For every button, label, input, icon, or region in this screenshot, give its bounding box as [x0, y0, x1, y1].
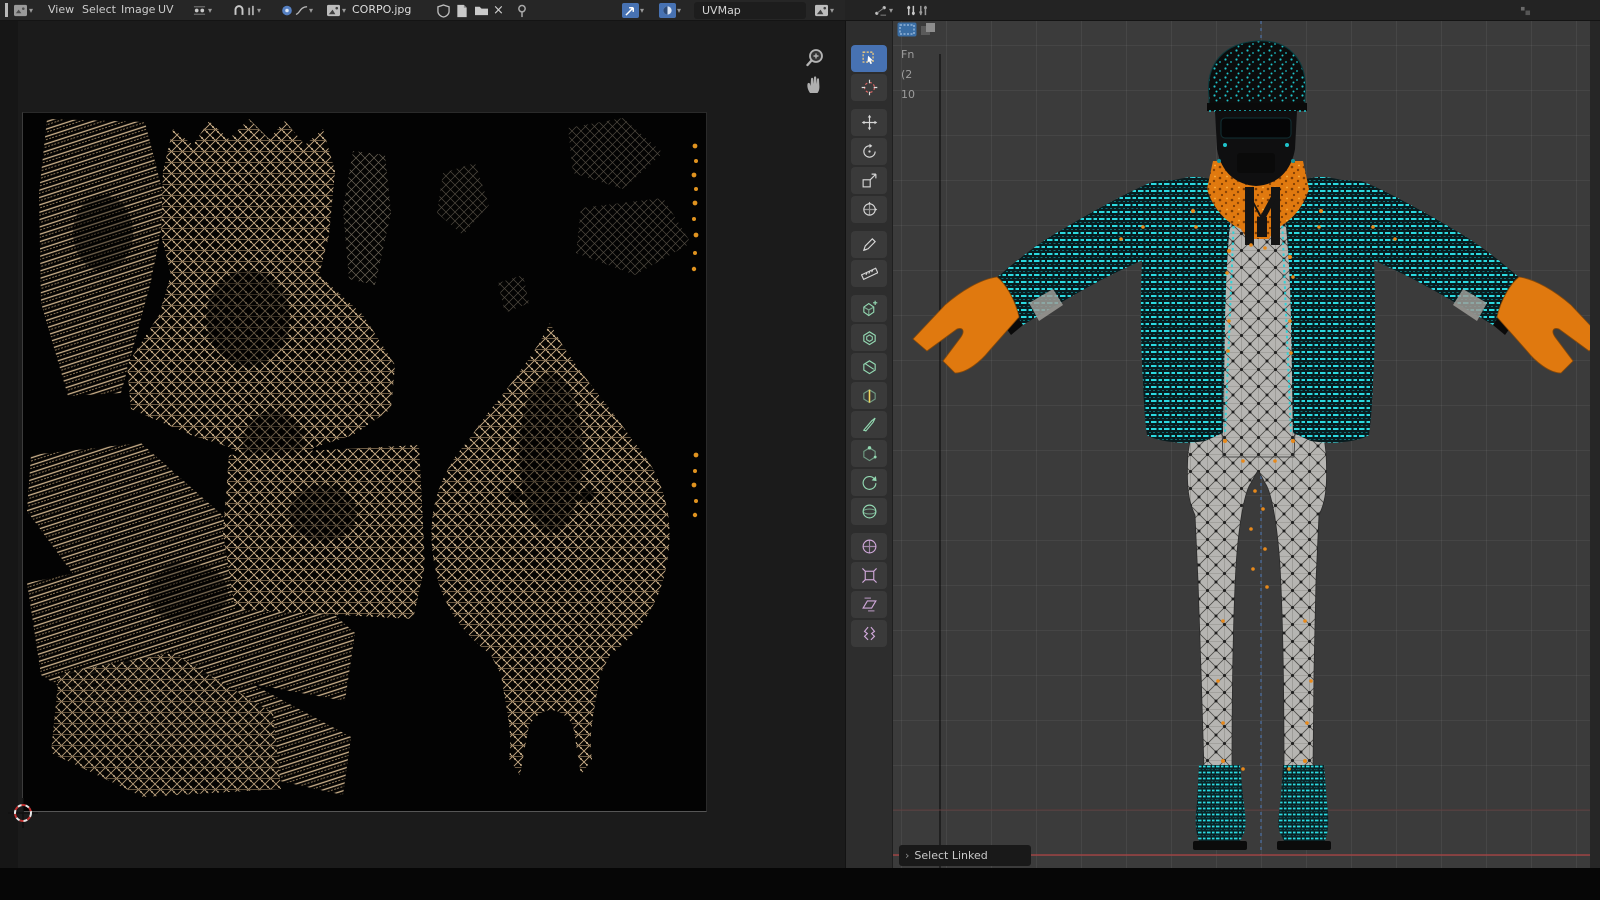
operator-label: Select Linked: [914, 849, 987, 862]
uv-sync-toggle[interactable]: ▾: [622, 3, 644, 18]
tool-knife[interactable]: [851, 411, 887, 438]
select-mode-secondary-icon[interactable]: [920, 22, 937, 37]
browse-uvmap-button[interactable]: ▾: [814, 3, 834, 18]
character-cap: [1208, 41, 1305, 109]
proportional-editing-dropdown[interactable]: ▾: [280, 3, 313, 18]
menu-select[interactable]: Select: [82, 3, 116, 16]
chevron-down-icon: ▾: [889, 7, 893, 15]
viewport-info-line-3: 10: [901, 85, 915, 105]
uv-islands-scattered: [437, 118, 691, 313]
pin-icon[interactable]: [516, 3, 528, 18]
editor-type-button[interactable]: ▾: [13, 3, 33, 18]
tool-measure[interactable]: [851, 260, 887, 287]
menu-view[interactable]: View: [48, 3, 74, 16]
editor-corner-widget[interactable]: [1520, 3, 1531, 18]
tool-loop-cut[interactable]: [851, 382, 887, 409]
tool-spin[interactable]: [851, 469, 887, 496]
character-boot-left: [1196, 765, 1246, 843]
pan-gizmo[interactable]: [803, 74, 825, 96]
select-mode-primary-icon[interactable]: [897, 22, 917, 37]
select-mode-buttons: [897, 22, 937, 37]
uv-left-margin: [0, 21, 18, 868]
uv-2d-cursor[interactable]: [8, 798, 38, 828]
overlay-toggle[interactable]: ▾: [659, 3, 681, 18]
chevron-right-icon: ›: [905, 849, 909, 862]
tool-transform[interactable]: [851, 196, 887, 223]
chevron-down-icon: ▾: [830, 7, 834, 15]
tool-extrude-region[interactable]: [851, 295, 887, 322]
tool-poly-build[interactable]: [851, 440, 887, 467]
tool-scale[interactable]: [851, 167, 887, 194]
viewport-info-text: Fn (2 10: [901, 45, 915, 105]
chevron-down-icon: ▾: [677, 7, 681, 15]
viewport-3d[interactable]: Fn (2 10 › Select Linked: [893, 21, 1600, 868]
tool-inset-faces[interactable]: [851, 324, 887, 351]
chevron-down-icon: ▾: [208, 7, 212, 15]
window-edge-bar: [5, 3, 8, 17]
uv-island-strip-small: [343, 151, 391, 285]
uv-editor-area[interactable]: [0, 21, 845, 868]
pivot-point-dropdown-3d[interactable]: ▾: [873, 3, 893, 18]
chevron-down-icon: ▾: [640, 7, 644, 15]
proportional-editing-3d-icons[interactable]: [905, 3, 931, 18]
right-edge-panel: [1590, 21, 1600, 868]
uv-map-name-field[interactable]: UVMap: [694, 2, 806, 19]
uv-editor-header: ▾ View Select Image UV ▾ ▾ ▾ ▾ CORPO.jpg…: [0, 0, 845, 21]
chevron-down-icon: ▾: [257, 7, 261, 15]
snapping-dropdown[interactable]: ▾: [232, 3, 261, 18]
tool-move[interactable]: [851, 109, 887, 136]
tool-annotate[interactable]: [851, 231, 887, 258]
viewport-info-line-2: (2: [901, 65, 915, 85]
viewport-header: ▾: [845, 0, 1600, 21]
uv-orange-markers: [692, 144, 699, 518]
tool-select-box[interactable]: [851, 45, 887, 72]
chevron-down-icon: ▾: [29, 7, 33, 15]
tool-cursor[interactable]: [851, 74, 887, 101]
tool-rotate[interactable]: [851, 138, 887, 165]
viewport-info-line-1: Fn: [901, 45, 915, 65]
character-model: [913, 41, 1600, 850]
uv-islands-graphic: [23, 113, 708, 813]
menu-image[interactable]: Image: [121, 3, 155, 16]
unlink-image-icon[interactable]: ×: [493, 3, 504, 18]
pivot-point-dropdown[interactable]: ▾: [192, 3, 212, 18]
tool-shear[interactable]: [851, 591, 887, 618]
tool-shrink-fatten[interactable]: [851, 562, 887, 589]
zoom-gizmo[interactable]: [804, 47, 826, 69]
fake-user-shield-icon[interactable]: [437, 3, 450, 18]
tool-smooth[interactable]: [851, 498, 887, 525]
operator-panel[interactable]: › Select Linked: [899, 845, 1031, 866]
new-image-icon[interactable]: [456, 3, 468, 18]
browse-image-button[interactable]: ▾: [326, 3, 346, 18]
viewport-toolbar: [845, 21, 893, 868]
character-glove-left: [913, 277, 1019, 373]
chevron-down-icon: ▾: [309, 7, 313, 15]
tool-edge-slide[interactable]: [851, 533, 887, 560]
menu-uv[interactable]: UV: [158, 3, 174, 16]
bottom-black-bar: [0, 868, 1600, 900]
open-image-folder-icon[interactable]: [474, 3, 489, 18]
tool-rip-region[interactable]: [851, 620, 887, 647]
uv-image-canvas[interactable]: [22, 112, 707, 812]
chevron-down-icon: ▾: [342, 7, 346, 15]
tool-bevel[interactable]: [851, 353, 887, 380]
character-pants: [1187, 411, 1326, 769]
image-name[interactable]: CORPO.jpg: [352, 3, 411, 16]
scene-graphic: [893, 21, 1600, 868]
character-glove-right: [1497, 277, 1600, 373]
character-boot-right: [1278, 765, 1328, 843]
